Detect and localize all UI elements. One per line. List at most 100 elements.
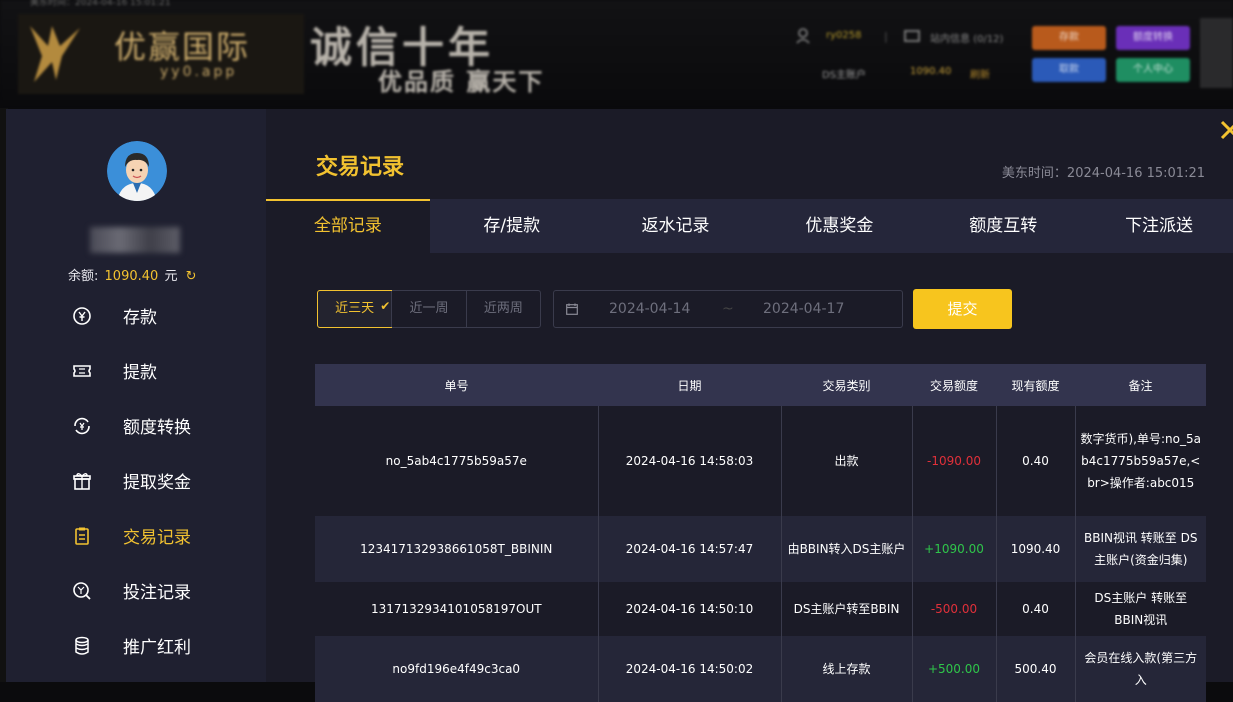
cell-amount: -1090.00	[912, 406, 997, 516]
site-username[interactable]: ry0258	[826, 30, 861, 41]
site-header-background: 美东时间：2024-04-16 15:01:21 优赢国际 yy0.app 诚信…	[0, 0, 1233, 108]
cell-note: DS主账户 转账至 BBIN视讯	[1075, 582, 1206, 636]
eastern-time: 美东时间：2024-04-16 15:01:21	[1001, 166, 1205, 181]
user-avatar	[107, 141, 167, 201]
tab-transfer[interactable]: 额度互转	[921, 199, 1085, 253]
submit-button[interactable]: 提交	[913, 289, 1012, 329]
cell-id: 1317132934101058197OUT	[315, 582, 599, 636]
cell-amount: +500.00	[912, 636, 997, 702]
sidebar-item-transactions[interactable]: 交易记录	[6, 508, 266, 563]
tab-promo-bonus[interactable]: 优惠奖金	[757, 199, 921, 253]
period-1-week[interactable]: 近一周	[391, 291, 465, 327]
sidebar-item-transfer[interactable]: 额度转换	[6, 398, 266, 453]
period-2-weeks[interactable]: 近两周	[465, 291, 540, 327]
sidebar-item-bonus[interactable]: 提取奖金	[6, 453, 266, 508]
cell-amount: -500.00	[912, 582, 997, 636]
balance-label: 余额:	[68, 269, 99, 284]
site-account-label: DS主账户	[822, 70, 867, 81]
cell-balance: 0.40	[996, 406, 1076, 516]
cell-note: BBIN视讯 转账至 DS主账户(资金归集)	[1075, 516, 1206, 582]
tab-bet-dispatch[interactable]: 下注派送	[1085, 199, 1233, 253]
balance-value: 1090.40	[104, 269, 159, 284]
phoenix-logo-icon	[30, 26, 80, 82]
cell-type: 线上存款	[781, 636, 913, 702]
column-header-date: 日期	[598, 364, 781, 406]
sidebar-item-label: 存款	[123, 308, 157, 328]
account-sidebar: 余额: 1090.40 元 ↻ 存款 提款 额度转换 提取奖金 交易记录 投注记…	[6, 109, 266, 682]
column-header-id: 单号	[315, 364, 598, 406]
check-icon: ✔	[380, 299, 391, 313]
site-slogan-sub: 优品质 赢天下	[378, 67, 545, 96]
close-icon[interactable]	[1219, 117, 1233, 143]
clipboard-icon	[75, 527, 89, 545]
table-header-row: 单号 日期 交易类别 交易额度 现有额度 备注	[315, 364, 1206, 406]
cell-type: DS主账户转至BBIN	[781, 582, 913, 636]
site-account-value: 1090.40	[910, 66, 952, 77]
balance-display: 余额: 1090.40 元 ↻	[68, 265, 197, 284]
column-header-balance: 现有额度	[996, 364, 1075, 406]
cell-id: no_5ab4c1775b59a57e	[315, 406, 599, 516]
sidebar-item-label: 提取奖金	[123, 473, 191, 493]
message-icon	[904, 30, 920, 42]
cell-balance: 500.40	[996, 636, 1076, 702]
column-header-note: 备注	[1075, 364, 1206, 406]
calendar-icon	[566, 303, 578, 315]
cell-type: 由BBIN转入DS主账户	[781, 516, 913, 582]
site-edge-button[interactable]	[1200, 18, 1233, 88]
tab-rebate[interactable]: 返水记录	[594, 199, 758, 253]
bet-record-icon	[73, 581, 91, 600]
tab-deposit-withdraw[interactable]: 存/提款	[430, 199, 594, 253]
cell-date: 2024-04-16 14:50:02	[598, 636, 782, 702]
transaction-content: 交易记录 美东时间：2024-04-16 15:01:21 全部记录 存/提款 …	[266, 109, 1233, 702]
yen-coin-icon	[73, 306, 91, 325]
sidebar-item-promotion[interactable]: 推广红利	[6, 618, 266, 673]
record-tabs: 全部记录 存/提款 返水记录 优惠奖金 额度互转 下注派送	[266, 199, 1233, 253]
date-from[interactable]: 2024-04-14	[609, 301, 690, 317]
cell-amount: +1090.00	[912, 516, 997, 582]
table-row: no9fd196e4f49c3ca0 2024-04-16 14:50:02 线…	[315, 636, 1206, 702]
coin-stack-icon	[75, 636, 89, 655]
site-logo-title: 优赢国际	[114, 28, 251, 66]
refresh-icon[interactable]: ↻	[186, 269, 197, 284]
cell-id: 12341713293866105​8T_BBININ	[315, 516, 599, 582]
cell-date: 2024-04-16 14:57:47	[598, 516, 782, 582]
cell-date: 2024-04-16 14:50:10	[598, 582, 782, 636]
cell-note: 数字货币),单号:no_5ab4c1775b59a57e,<br>操作者:abc…	[1075, 406, 1206, 516]
date-to[interactable]: 2024-04-17	[763, 301, 844, 317]
balance-unit: 元	[164, 269, 178, 284]
user-icon	[796, 28, 810, 44]
site-deposit-button[interactable]: 存款	[1032, 26, 1106, 50]
sidebar-item-label: 投注记录	[123, 583, 191, 603]
sidebar-item-bets[interactable]: 投注记录	[6, 563, 266, 618]
sidebar-menu: 存款 提款 额度转换 提取奖金 交易记录 投注记录 推广红利	[6, 288, 266, 673]
period-3-days[interactable]: 近三天 ✔	[317, 290, 393, 328]
sidebar-item-deposit[interactable]: 存款	[6, 288, 266, 343]
exchange-icon	[74, 417, 90, 434]
site-withdraw-button[interactable]: 取款	[1032, 58, 1106, 82]
site-topbar-time: 美东时间：2024-04-16 15:01:21	[30, 0, 171, 8]
date-range-picker[interactable]: 2024-04-14 ~ 2024-04-17	[553, 290, 903, 328]
site-refresh-link[interactable]: 刷新	[970, 66, 990, 81]
sidebar-item-label: 提款	[123, 363, 157, 383]
username-blurred	[90, 227, 180, 253]
cell-note: 会员在线入款(第三方入	[1075, 636, 1206, 702]
ticket-icon	[73, 364, 91, 377]
table-row: no_5ab4c1775b59a57e 2024-04-16 14:58:03 …	[315, 406, 1206, 516]
date-separator: ~	[722, 301, 734, 317]
site-profile-button[interactable]: 个人中心	[1116, 58, 1190, 82]
sidebar-item-label: 额度转换	[123, 418, 191, 438]
table-row: 12341713293866105​8T_BBININ 2024-04-16 1…	[315, 516, 1206, 582]
sidebar-item-label: 推广红利	[123, 638, 191, 658]
site-transfer-button[interactable]: 额度转换	[1116, 26, 1190, 50]
tab-all-records[interactable]: 全部记录	[266, 199, 430, 253]
cell-date: 2024-04-16 14:58:03	[598, 406, 782, 516]
cell-balance: 1090.40	[996, 516, 1076, 582]
site-messages[interactable]: 站内信息 (0/12)	[930, 30, 1003, 45]
column-header-amount: 交易额度	[912, 364, 996, 406]
transaction-table: 单号 日期 交易类别 交易额度 现有额度 备注 no_5ab4c1775b59a…	[315, 364, 1206, 702]
column-header-type: 交易类别	[781, 364, 912, 406]
sidebar-item-label: 交易记录	[123, 528, 191, 548]
sidebar-item-withdraw[interactable]: 提款	[6, 343, 266, 398]
site-separator: |	[884, 30, 888, 43]
site-logo-subtitle: yy0.app	[160, 64, 238, 80]
